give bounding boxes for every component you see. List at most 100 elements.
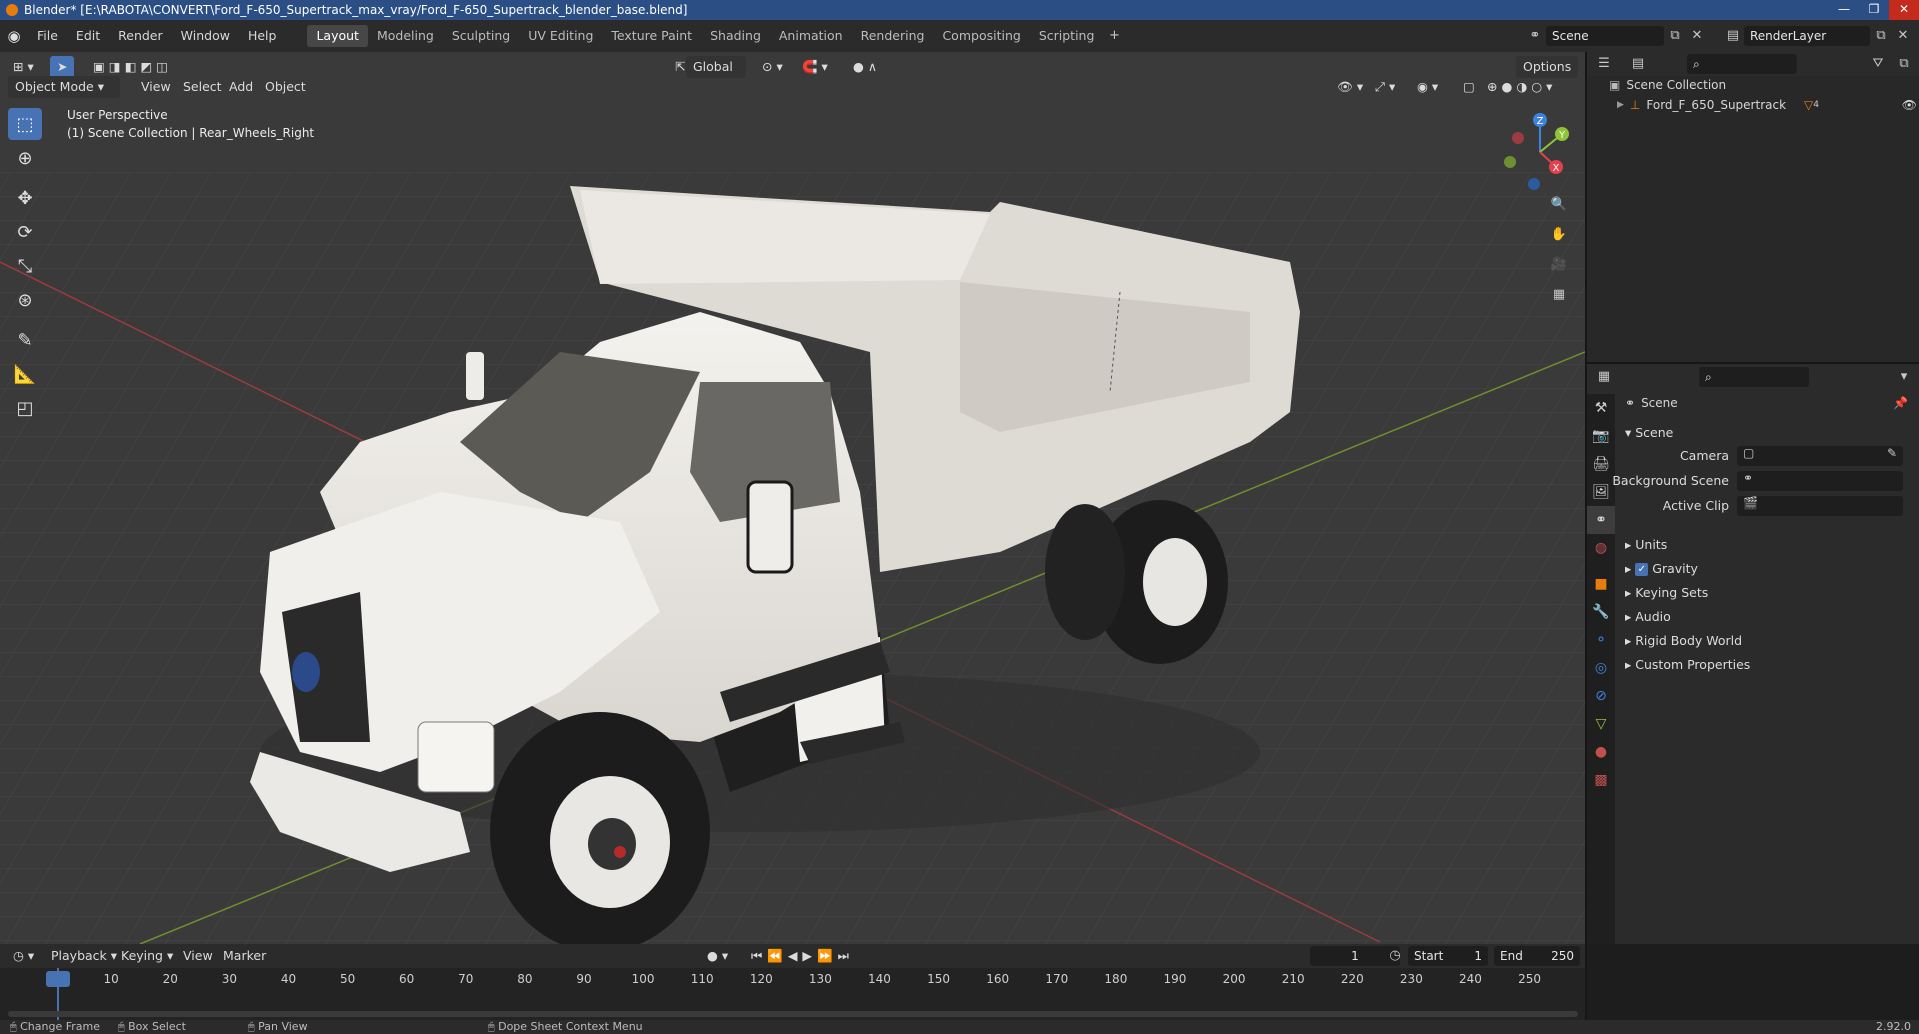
eyedropper-icon[interactable]: ✎ bbox=[1887, 446, 1897, 460]
properties-options-icon[interactable]: ▾ bbox=[1893, 366, 1915, 388]
delete-scene-icon[interactable]: ✕ bbox=[1686, 25, 1708, 47]
xray-icon[interactable]: ▢ bbox=[1456, 76, 1482, 98]
scene-name-field[interactable]: Scene bbox=[1546, 26, 1664, 46]
constraints-tab-icon[interactable]: ⊘ bbox=[1587, 682, 1615, 710]
timeline-view-menu[interactable]: View bbox=[176, 945, 220, 967]
active-clip-field[interactable]: 🎬 bbox=[1737, 496, 1903, 516]
marker-menu[interactable]: Marker bbox=[216, 945, 273, 967]
record-keyframe-icon[interactable]: ● ▾ bbox=[700, 945, 735, 967]
panel-units[interactable]: ▸ Units bbox=[1625, 534, 1667, 556]
measure-tool-icon[interactable]: 📐 bbox=[8, 358, 42, 390]
physics-tab-icon[interactable]: ◎ bbox=[1587, 654, 1615, 682]
tab-layout[interactable]: Layout bbox=[307, 25, 368, 47]
viewport-menu-object[interactable]: Object bbox=[258, 76, 313, 98]
timeline-track[interactable]: 1102030405060708090100110120130140150160… bbox=[0, 968, 1585, 1020]
transform-orientation-dropdown[interactable]: Global bbox=[686, 56, 746, 78]
pan-hand-icon[interactable]: ✋ bbox=[1548, 224, 1570, 246]
playback-controls[interactable]: ⏮⏪◀▶⏩⏭ bbox=[744, 945, 861, 967]
outliner-row-scene-collection[interactable]: ▣ Scene Collection bbox=[1609, 78, 1726, 92]
material-tab-icon[interactable]: ● bbox=[1587, 738, 1615, 766]
use-preview-range-icon[interactable]: ◷ bbox=[1384, 945, 1406, 967]
camera-view-icon[interactable]: 🎥 bbox=[1548, 254, 1570, 276]
object-tab-icon[interactable]: ■ bbox=[1587, 570, 1615, 598]
tab-scripting[interactable]: Scripting bbox=[1030, 25, 1104, 47]
tab-rendering[interactable]: Rendering bbox=[852, 25, 934, 47]
gizmo-toggle-icon[interactable]: ⤢ ▾ bbox=[1368, 76, 1402, 98]
background-scene-field[interactable]: ⚭ bbox=[1737, 471, 1903, 491]
timeline-editor-icon[interactable]: ◷ ▾ bbox=[6, 945, 41, 967]
tab-animation[interactable]: Animation bbox=[770, 25, 852, 47]
annotate-tool-icon[interactable]: ✎ bbox=[8, 324, 42, 356]
overlays-icon[interactable]: ◉ ▾ bbox=[1410, 76, 1445, 98]
panel-rigid-body-world[interactable]: ▸ Rigid Body World bbox=[1625, 630, 1742, 652]
delete-layer-icon[interactable]: ✕ bbox=[1892, 25, 1914, 47]
selection-mode-icons[interactable]: ▣ ◨ ◧ ◩ ◫ bbox=[86, 56, 175, 78]
new-scene-icon[interactable]: ⧉ bbox=[1664, 25, 1686, 47]
close-button[interactable]: ✕ bbox=[1889, 0, 1919, 20]
options-dropdown[interactable]: Options bbox=[1516, 56, 1579, 78]
blender-menu-icon[interactable]: ◉ bbox=[0, 20, 28, 52]
ortho-grid-icon[interactable]: ▦ bbox=[1548, 284, 1570, 306]
navigation-gizmo[interactable]: Z Y X bbox=[1500, 112, 1580, 192]
shading-modes-icons[interactable]: ⊕ ● ◑ ○ ▾ bbox=[1480, 76, 1559, 98]
menu-file[interactable]: File bbox=[28, 20, 67, 52]
menu-render[interactable]: Render bbox=[109, 20, 172, 52]
gravity-checkbox[interactable]: ✓ bbox=[1635, 562, 1649, 576]
menu-edit[interactable]: Edit bbox=[67, 20, 109, 52]
scale-tool-icon[interactable]: ⤡ bbox=[8, 250, 42, 282]
object-mode-dropdown[interactable]: Object Mode ▾ bbox=[8, 76, 120, 98]
panel-custom-properties[interactable]: ▸ Custom Properties bbox=[1625, 654, 1750, 676]
transform-tool-icon[interactable]: ⊛ bbox=[8, 284, 42, 316]
timeline-scrollbar[interactable] bbox=[8, 1011, 1578, 1017]
world-tab-icon[interactable]: ◍ bbox=[1587, 534, 1615, 562]
panel-keying-sets[interactable]: ▸ Keying Sets bbox=[1625, 582, 1708, 604]
tab-modeling[interactable]: Modeling bbox=[368, 25, 443, 47]
menu-window[interactable]: Window bbox=[172, 20, 239, 52]
modifier-tab-icon[interactable]: 🔧 bbox=[1587, 598, 1615, 626]
scene-tab-icon[interactable]: ⚭ bbox=[1587, 506, 1615, 534]
panel-audio[interactable]: ▸ Audio bbox=[1625, 606, 1671, 628]
keying-menu[interactable]: Keying ▾ bbox=[114, 945, 180, 967]
snapping-toggle-icon[interactable]: 🧲 ▾ bbox=[795, 56, 835, 78]
render-tab-icon[interactable]: 📷 bbox=[1587, 422, 1615, 450]
camera-field[interactable]: ▢ ✎ bbox=[1737, 446, 1903, 466]
rotate-tool-icon[interactable]: ⟳ bbox=[8, 216, 42, 248]
tool-tab-icon[interactable]: ⚒ bbox=[1587, 394, 1615, 422]
playhead-handle[interactable] bbox=[46, 971, 70, 987]
visibility-eye-icon[interactable]: 👁 bbox=[1902, 98, 1917, 112]
tab-sculpting[interactable]: Sculpting bbox=[443, 25, 519, 47]
add-workspace-icon[interactable]: + bbox=[1103, 25, 1125, 47]
visibility-icon[interactable]: 👁 ▾ bbox=[1330, 76, 1370, 98]
properties-editor-icon[interactable]: ▦ bbox=[1593, 366, 1615, 388]
minimize-button[interactable]: — bbox=[1829, 0, 1859, 20]
start-frame-field[interactable]: Start 1 bbox=[1408, 946, 1488, 966]
proportional-editing-icon[interactable]: ● ∧ bbox=[846, 56, 884, 78]
panel-gravity[interactable]: ▸ ✓ Gravity bbox=[1625, 558, 1698, 580]
3d-viewport[interactable]: ⊞ ▾ ➤ ▣ ◨ ◧ ◩ ◫ ⇱ Global ⊙ ▾ 🧲 ▾ ● ∧ Opt… bbox=[0, 52, 1585, 944]
select-tool-icon[interactable]: ➤ bbox=[50, 56, 75, 78]
data-tab-icon[interactable]: ▽ bbox=[1587, 710, 1615, 738]
render-layer-field[interactable]: RenderLayer bbox=[1744, 26, 1870, 46]
viewport-menu-add[interactable]: Add bbox=[222, 76, 260, 98]
display-mode-icon[interactable]: ▤ bbox=[1627, 53, 1649, 75]
outliner-search-input[interactable]: ⌕ bbox=[1687, 54, 1797, 74]
tab-uv-editing[interactable]: UV Editing bbox=[519, 25, 602, 47]
viewport-menu-view[interactable]: View bbox=[134, 76, 178, 98]
new-collection-icon[interactable]: ⧉ bbox=[1893, 53, 1915, 75]
properties-search-input[interactable]: ⌕ bbox=[1699, 367, 1809, 387]
expand-arrow-icon[interactable]: ▶ bbox=[1617, 100, 1624, 110]
maximize-button[interactable]: ❐ bbox=[1859, 0, 1889, 20]
snap-icon[interactable]: ⊙ ▾ bbox=[755, 56, 790, 78]
tab-shading[interactable]: Shading bbox=[701, 25, 770, 47]
scene-icon[interactable]: ⚭ bbox=[1524, 25, 1546, 47]
render-layer-icon[interactable]: ▤ bbox=[1722, 25, 1744, 47]
end-frame-field[interactable]: End 250 bbox=[1494, 946, 1580, 966]
select-box-tool-icon[interactable]: ⬚ bbox=[8, 108, 42, 140]
texture-tab-icon[interactable]: ▩ bbox=[1587, 766, 1615, 794]
filter-icon[interactable]: ⛛ bbox=[1867, 53, 1889, 75]
panel-scene-header[interactable]: ▾ Scene bbox=[1625, 422, 1673, 444]
move-tool-icon[interactable]: ✥ bbox=[8, 182, 42, 214]
tab-texture-paint[interactable]: Texture Paint bbox=[602, 25, 701, 47]
new-layer-icon[interactable]: ⧉ bbox=[1870, 25, 1892, 47]
pin-icon[interactable]: 📌 bbox=[1893, 396, 1908, 410]
